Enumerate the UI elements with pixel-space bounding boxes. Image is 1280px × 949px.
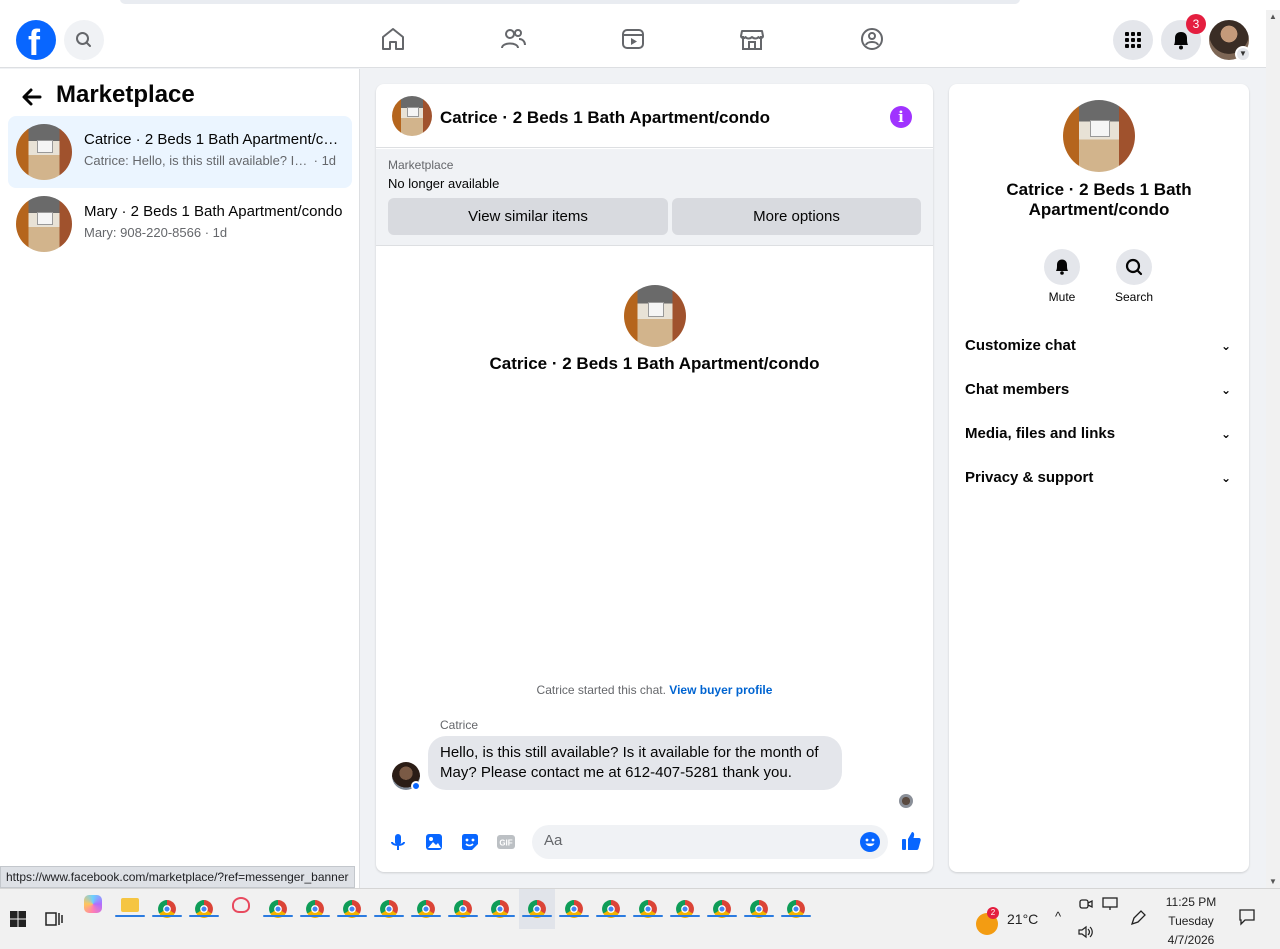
chat-details-panel: Catrice · 2 Beds 1 Bath Apartment/condo …: [949, 84, 1249, 872]
system-clock[interactable]: 11:25 PM Tuesday 4/7/2026: [1156, 893, 1226, 949]
chevron-down-icon[interactable]: ▼: [1235, 46, 1251, 62]
conversation-item[interactable]: Mary · 2 Beds 1 Bath Apartment/condo Mar…: [8, 188, 352, 260]
conversation-preview: Mary: 908-220-8566 · 1d: [84, 225, 228, 240]
chat-header: Catrice · 2 Beds 1 Bath Apartment/condo …: [376, 84, 933, 148]
view-buyer-profile-link[interactable]: View buyer profile: [669, 683, 772, 697]
weather-alert-badge: 2: [987, 907, 999, 919]
sticker-icon[interactable]: [460, 832, 480, 852]
chat-intro-title: Catrice · 2 Beds 1 Bath Apartment/condo: [489, 354, 820, 373]
grid-menu-icon: [1125, 32, 1141, 48]
seen-indicator-avatar: [899, 794, 913, 808]
media-files-links-section[interactable]: Media, files and links ⌄: [965, 416, 1233, 452]
menu-button[interactable]: [1113, 20, 1153, 60]
view-similar-items-button[interactable]: View similar items: [388, 198, 668, 235]
chat-panel: Catrice · 2 Beds 1 Bath Apartment/condo …: [376, 84, 933, 872]
status-bar-url: https://www.facebook.com/marketplace/?re…: [0, 866, 355, 888]
home-icon[interactable]: [379, 25, 407, 53]
network-icon[interactable]: [1102, 897, 1118, 911]
listing-thumbnail[interactable]: [392, 96, 432, 136]
chevron-up-icon[interactable]: ^: [1055, 909, 1061, 924]
sender-avatar[interactable]: [392, 762, 421, 791]
listing-thumbnail: [16, 196, 72, 252]
meet-now-icon[interactable]: [1079, 897, 1093, 911]
chat-title[interactable]: Catrice · 2 Beds 1 Bath Apartment/condo: [440, 108, 770, 128]
windows-taskbar: 2 21°C ^ 11:25 PM Tuesday 4/7/2026: [0, 888, 1280, 949]
chat-start-notice: Catrice started this chat. View buyer pr…: [536, 683, 773, 697]
message-sender-name: Catrice: [440, 718, 479, 732]
pen-icon[interactable]: [1129, 909, 1147, 927]
like-thumb-icon[interactable]: [900, 830, 922, 852]
microphone-icon[interactable]: [388, 832, 408, 852]
search-button[interactable]: [64, 20, 104, 60]
notification-count-badge: 3: [1186, 14, 1206, 34]
customize-chat-section[interactable]: Customize chat ⌄: [965, 328, 1233, 364]
chevron-down-icon: ⌄: [1220, 427, 1231, 441]
message-bubble: Hello, is this still available? Is it av…: [428, 736, 842, 790]
facebook-logo[interactable]: f: [16, 20, 56, 63]
copilot-icon[interactable]: [84, 895, 102, 913]
more-options-button[interactable]: More options: [672, 198, 921, 235]
file-explorer-icon[interactable]: [121, 898, 139, 912]
conversation-item[interactable]: Catrice · 2 Beds 1 Bath Apartment/condo …: [8, 116, 352, 188]
search-label: Search: [1114, 290, 1154, 304]
gif-icon[interactable]: GIF: [496, 832, 516, 852]
conversation-sidebar: Marketplace Catrice · 2 Beds 1 Bath Apar…: [0, 69, 360, 888]
browser-address-strip: [0, 0, 1280, 10]
marketplace-icon[interactable]: [738, 25, 766, 53]
page-scrollbar[interactable]: ▲ ▼: [1266, 10, 1280, 888]
message-field[interactable]: [544, 832, 844, 849]
message-input[interactable]: [532, 825, 888, 859]
mute-label: Mute: [1048, 290, 1076, 304]
marketplace-banner: Marketplace No longer available View sim…: [376, 149, 933, 246]
groups-icon[interactable]: [858, 25, 886, 53]
volume-icon[interactable]: [1078, 925, 1094, 939]
listing-status: No longer available: [388, 176, 500, 191]
search-in-chat-button[interactable]: Search: [1104, 249, 1164, 304]
bell-icon: [1056, 259, 1068, 275]
snipping-tool-icon[interactable]: [232, 897, 250, 913]
top-navigation: f ▼: [0, 10, 1266, 68]
task-view-icon[interactable]: [45, 910, 63, 928]
chevron-down-icon: ⌄: [1220, 383, 1231, 397]
svg-text:GIF: GIF: [499, 839, 512, 848]
conversation-preview: Catrice: Hello, is this still available?…: [84, 153, 337, 168]
back-arrow-icon[interactable]: [18, 83, 46, 111]
chat-members-section[interactable]: Chat members ⌄: [965, 372, 1233, 408]
conversation-title: Mary · 2 Beds 1 Bath Apartment/condo: [84, 203, 343, 220]
listing-thumbnail: [624, 285, 686, 347]
image-icon[interactable]: [424, 832, 444, 852]
info-icon[interactable]: i: [890, 106, 912, 128]
mute-button[interactable]: Mute: [1032, 249, 1092, 304]
conversation-title: Catrice · 2 Beds 1 Bath Apartment/condo: [84, 131, 346, 148]
listing-thumbnail: [16, 124, 72, 180]
chevron-down-icon: ⌄: [1220, 471, 1231, 485]
sidebar-title: Marketplace: [56, 81, 195, 108]
video-icon[interactable]: [619, 25, 647, 53]
notification-center-icon[interactable]: [1238, 908, 1256, 926]
privacy-support-section[interactable]: Privacy & support ⌄: [965, 460, 1233, 496]
friends-icon[interactable]: [499, 25, 527, 53]
search-icon: [76, 32, 91, 47]
emoji-icon[interactable]: [860, 832, 880, 852]
search-icon: [1125, 258, 1143, 276]
chevron-down-icon: ⌄: [1220, 339, 1231, 353]
details-title: Catrice · 2 Beds 1 Bath Apartment/condo: [1006, 180, 1192, 219]
listing-thumbnail: [1063, 100, 1135, 172]
banner-label: Marketplace: [388, 158, 454, 172]
windows-start-icon[interactable]: [10, 911, 26, 927]
temperature[interactable]: 21°C: [1007, 911, 1038, 927]
